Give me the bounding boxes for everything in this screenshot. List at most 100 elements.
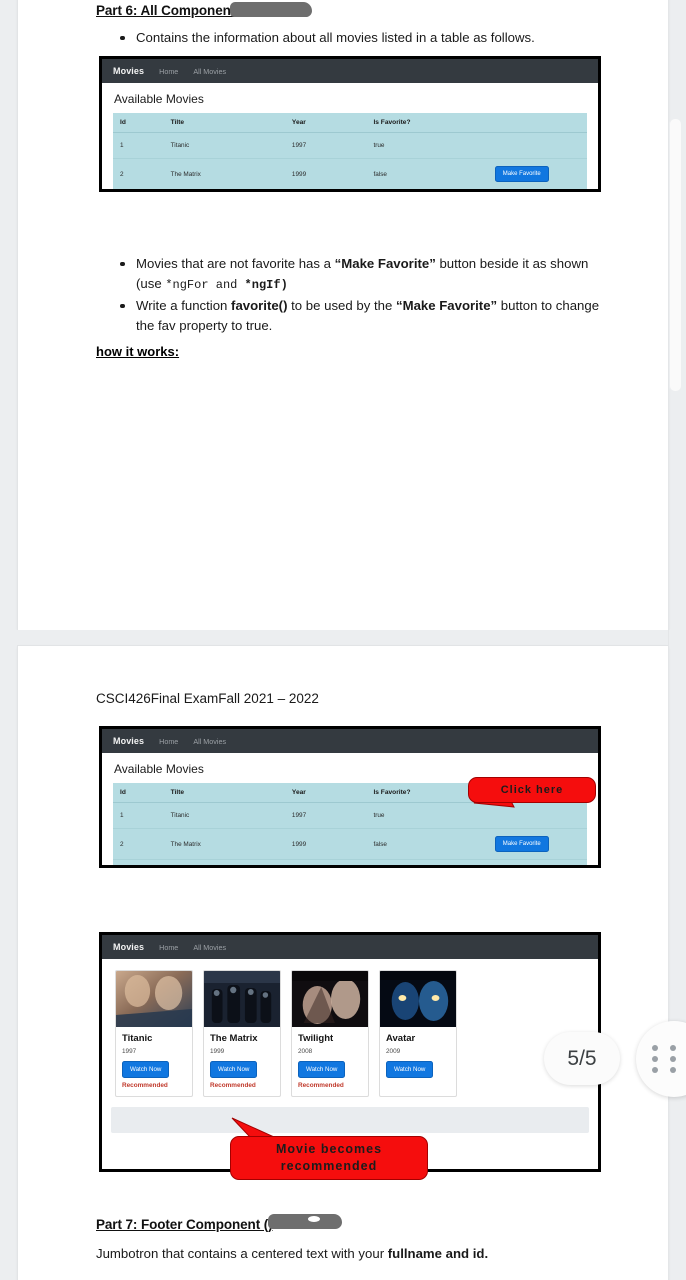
document-page-4: Part 6: All Component Contains the infor… [18, 0, 668, 630]
table-row: 2 The Matrix 1999 false Make Favorite [113, 828, 587, 860]
table-header-row: Id Tilte Year Is Favorite? [113, 113, 587, 133]
card-year: 1999 [210, 1048, 225, 1055]
grid-dots-icon [652, 1045, 680, 1073]
poster-avatar-image [380, 971, 456, 1027]
cell-title: Titanic [163, 132, 285, 159]
cell-year: 1997 [284, 802, 367, 829]
poster-titanic-image [116, 971, 192, 1027]
table-row: 3 Twilight 2008 true [113, 190, 587, 193]
cell-action [488, 190, 587, 193]
vertical-scrollbar[interactable] [669, 118, 682, 392]
nav-link-home[interactable]: Home [159, 943, 178, 952]
nav-link-all-movies[interactable]: All Movies [193, 943, 226, 952]
cell-year: 1999 [284, 828, 367, 860]
how-it-works-label: how it works: [96, 344, 180, 359]
column-header-year: Year [284, 783, 367, 803]
cell-id: 2 [113, 158, 164, 189]
redaction-mark [268, 1214, 342, 1229]
cell-year: 2008 [285, 190, 367, 193]
card-year: 2009 [386, 1048, 401, 1055]
page-indicator-label: 5/5 [567, 1046, 597, 1070]
recommended-badge: Recommended [210, 1082, 256, 1089]
exam-title: CSCI426Final ExamFall 2021 – 2022 [96, 691, 319, 706]
cell-id: 3 [113, 859, 164, 865]
movie-card-grid: Titanic 1997 Watch Now Recommended The M… [102, 959, 598, 1097]
card-title: Twilight [298, 1033, 334, 1044]
cell-id: 2 [113, 828, 164, 860]
cell-title: Titanic [163, 802, 285, 829]
redaction-mark [230, 2, 312, 17]
list-item: Movies that are not favorite has a “Make… [114, 254, 614, 295]
poster-the-matrix-image [204, 971, 280, 1027]
table-row: 2 The Matrix 1999 false Make Favorite [113, 158, 587, 189]
page-title-part6: Part 6: All Component [96, 2, 312, 18]
card-title: Titanic [122, 1033, 153, 1044]
list-item: Contains the information about all movie… [114, 28, 614, 48]
app-navbar: Movies Home All Movies [102, 729, 598, 753]
callout-movie-becomes-recommended: Movie becomes recommended [228, 1116, 428, 1180]
document-viewer[interactable]: Part 6: All Component Contains the infor… [0, 0, 686, 1280]
card-title: Avatar [386, 1033, 416, 1044]
page-indicator: 5/5 [544, 1032, 620, 1085]
cell-year: 2008 [284, 859, 367, 865]
bullet-list-intro: Contains the information about all movie… [114, 28, 614, 48]
callout-bubble: Click here [468, 777, 596, 803]
callout-line-2: recommended [280, 1159, 378, 1173]
recommended-badge: Recommended [298, 1082, 344, 1089]
bullet-list-requirements: Movies that are not favorite has a “Make… [114, 254, 614, 335]
cell-action: Make Favorite [487, 828, 587, 860]
make-favorite-button[interactable]: Make Favorite [494, 166, 549, 182]
cell-year: 1997 [284, 132, 367, 159]
cell-action [487, 859, 587, 865]
make-favorite-button[interactable]: Make Favorite [494, 836, 549, 852]
app-navbar: Movies Home All Movies [102, 935, 598, 959]
callout-bubble: Movie becomes recommended [230, 1136, 428, 1180]
available-movies-heading: Available Movies [114, 92, 204, 106]
page-title-part7: Part 7: Footer Component () [96, 1214, 342, 1232]
column-header-id: Id [113, 113, 164, 133]
watch-now-button[interactable]: Watch Now [298, 1061, 346, 1078]
cell-id: 1 [113, 132, 164, 159]
cell-action: Make Favorite [487, 158, 587, 189]
column-header-action [487, 113, 587, 133]
screenshot-all-movies-table: Movies Home All Movies Available Movies … [99, 56, 601, 192]
recommended-badge: Recommended [122, 1082, 168, 1089]
cell-id: 3 [113, 190, 164, 193]
column-header-title: Tilte [163, 783, 285, 803]
app-navbar: Movies Home All Movies [102, 59, 598, 83]
card-year: 1997 [122, 1048, 137, 1055]
cell-favorite: false [366, 158, 488, 189]
column-header-is-favorite: Is Favorite? [366, 113, 488, 133]
nav-link-all-movies[interactable]: All Movies [193, 67, 226, 76]
cell-title: Twilight [164, 190, 285, 193]
table-row: 3 Twilight 2008 true [113, 859, 587, 865]
column-header-year: Year [284, 113, 367, 133]
navbar-brand[interactable]: Movies [113, 942, 144, 952]
cell-year: 1999 [284, 158, 367, 189]
nav-link-home[interactable]: Home [159, 737, 178, 746]
cell-title: The Matrix [163, 158, 285, 189]
cell-favorite: false [366, 828, 488, 860]
nav-link-all-movies[interactable]: All Movies [193, 737, 226, 746]
movie-card[interactable]: Titanic 1997 Watch Now Recommended [115, 970, 193, 1097]
callout-click-here: Click here [466, 777, 596, 813]
card-year: 2008 [298, 1048, 313, 1055]
callout-line-1: Movie becomes [275, 1142, 383, 1156]
document-page-5: CSCI426Final ExamFall 2021 – 2022 Movies… [18, 646, 668, 1280]
movie-card[interactable]: The Matrix 1999 Watch Now Recommended [203, 970, 281, 1097]
cell-title: The Matrix [163, 828, 285, 860]
cell-id: 1 [113, 802, 164, 829]
poster-twilight-image [292, 971, 368, 1027]
column-header-id: Id [113, 783, 164, 803]
navbar-brand[interactable]: Movies [113, 736, 144, 746]
column-header-title: Tilte [163, 113, 285, 133]
nav-link-home[interactable]: Home [159, 67, 178, 76]
table-row: 1 Titanic 1997 true [113, 132, 587, 159]
movie-card[interactable]: Avatar 2009 Watch Now [379, 970, 457, 1097]
screenshot-table-click-here: Movies Home All Movies Available Movies … [99, 726, 601, 868]
navbar-brand[interactable]: Movies [113, 66, 144, 76]
watch-now-button[interactable]: Watch Now [386, 1061, 434, 1078]
watch-now-button[interactable]: Watch Now [210, 1061, 258, 1078]
watch-now-button[interactable]: Watch Now [122, 1061, 170, 1078]
movie-card[interactable]: Twilight 2008 Watch Now Recommended [291, 970, 369, 1097]
